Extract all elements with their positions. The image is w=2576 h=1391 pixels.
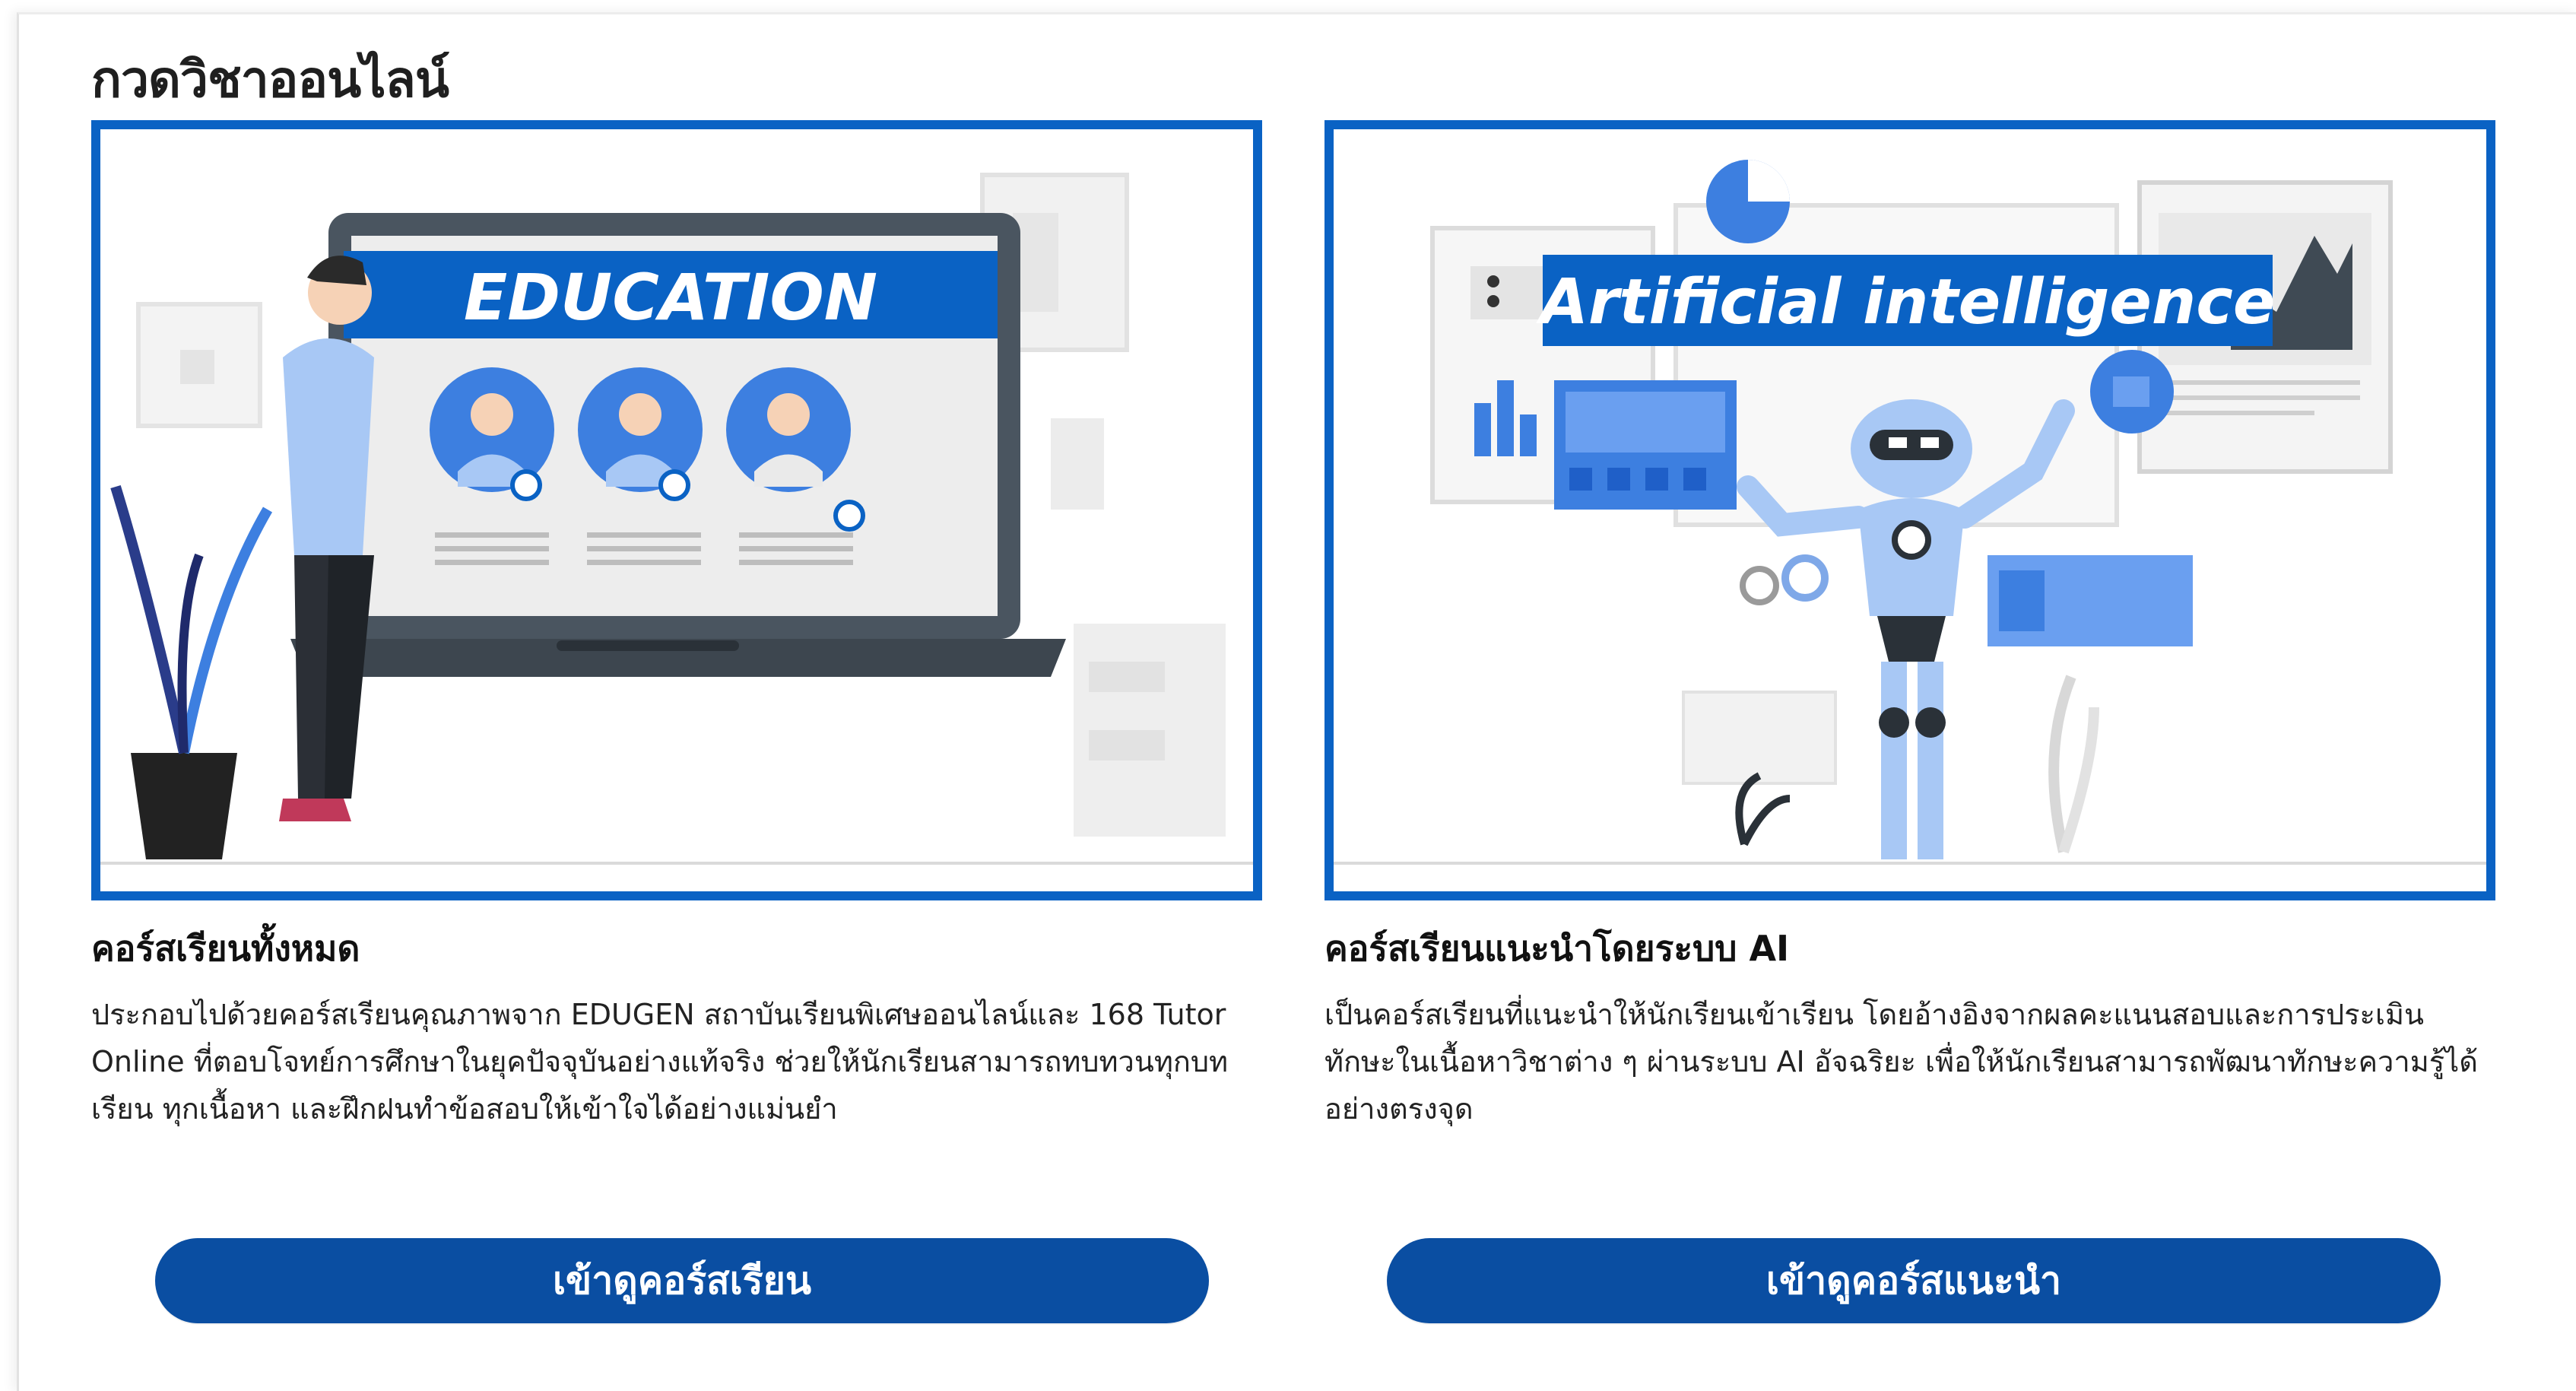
card-description: เป็นคอร์สเรียนที่แนะนำให้นักเรียนเข้าเรี… — [1324, 998, 2478, 1126]
card-title: คอร์สเรียนแนะนำโดยระบบ AI — [1324, 928, 1790, 969]
education-illustration[interactable]: EDUCATION — [91, 120, 1262, 900]
ai-illustration[interactable]: Artificial intelligence — [1324, 120, 2495, 900]
ai-banner-text: Artificial intelligence — [1536, 266, 2276, 338]
view-courses-button[interactable]: เข้าดูคอร์สเรียน — [155, 1238, 1209, 1323]
course-card-ai[interactable]: Artificial intelligence คอร์สเรียนแนะนำโ… — [1324, 120, 2495, 1143]
education-illustration-svg: EDUCATION — [100, 173, 1253, 865]
card-description: ประกอบไปด้วยคอร์สเรียนคุณภาพจาก EDUGEN ส… — [91, 998, 1229, 1126]
section-title: กวดวิชาออนไลน์ — [91, 50, 449, 109]
ai-illustration-svg: Artificial intelligence — [1334, 160, 2486, 865]
course-card-all[interactable]: EDUCATION คอร์สเรียนทั้งหมด ประกอบไปด้วย… — [91, 120, 1262, 1143]
education-banner-text: EDUCATION — [464, 260, 877, 335]
card-title: คอร์สเรียนทั้งหมด — [91, 928, 360, 969]
view-recommended-courses-button[interactable]: เข้าดูคอร์สแนะนำ — [1387, 1238, 2441, 1323]
